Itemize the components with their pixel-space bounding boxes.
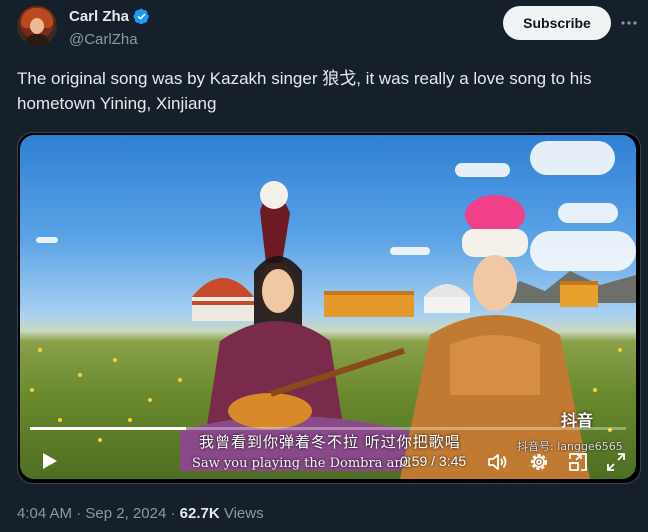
author-avatar[interactable] (17, 6, 57, 46)
duration: 3:45 (438, 453, 467, 469)
author-handle[interactable]: @CarlZha (69, 31, 138, 48)
play-icon[interactable] (38, 450, 60, 472)
cloud (455, 163, 510, 177)
video-player[interactable]: 抖音 抖音号: langge6565 我曾看到你弹着冬不拉 听过你把歌唱 Saw… (17, 132, 641, 484)
subtitle-chinese: 我曾看到你弹着冬不拉 听过你把歌唱 (199, 433, 461, 451)
time-separator: / (427, 453, 439, 469)
verified-badge-icon (133, 8, 149, 25)
avatar-body (25, 34, 49, 46)
settings-gear-icon[interactable] (528, 451, 550, 473)
current-time: 0:59 (400, 453, 428, 469)
cloud (530, 141, 615, 175)
view-count: 62.7K (179, 505, 220, 522)
subscribe-button[interactable]: Subscribe (503, 6, 611, 40)
video-progress-bar[interactable] (30, 427, 626, 430)
tweet-text: The original song was by Kazakh singer 狼… (17, 69, 592, 113)
volume-icon[interactable] (486, 451, 508, 473)
picture-in-picture-icon[interactable] (567, 451, 589, 473)
tweet-date[interactable]: Sep 2, 2024 (85, 505, 166, 522)
subtitle-english: Saw you playing the Dombra and (192, 456, 412, 471)
meta-separator: · (170, 505, 176, 522)
meta-separator: · (76, 505, 82, 522)
tweet-meta: 4:04 AM · Sep 2, 2024 · 62.7K Views (17, 505, 264, 522)
avatar-face (30, 18, 44, 34)
more-options-icon[interactable] (620, 14, 638, 32)
tweet-time[interactable]: 4:04 AM (17, 505, 72, 522)
author-name[interactable]: Carl Zha (69, 8, 129, 25)
video-time: 0:59 / 3:45 (400, 453, 466, 469)
fullscreen-icon[interactable] (605, 451, 627, 473)
cloud (36, 237, 58, 243)
views-label: Views (223, 505, 264, 522)
author-name-row[interactable]: Carl Zha (69, 8, 150, 25)
video-frame[interactable]: 抖音 抖音号: langge6565 我曾看到你弹着冬不拉 听过你把歌唱 Saw… (20, 135, 636, 479)
video-progress-fill (30, 427, 187, 430)
